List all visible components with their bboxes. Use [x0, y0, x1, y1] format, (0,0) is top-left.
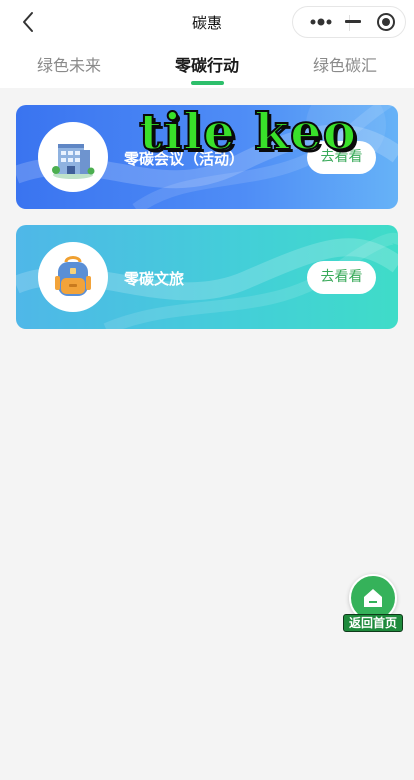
backpack-icon — [55, 256, 91, 296]
tab-zero-carbon-action[interactable]: 零碳行动 — [138, 52, 276, 76]
tab-green-future[interactable]: 绿色未来 — [0, 52, 138, 76]
home-button-label[interactable]: 返回首页 — [343, 614, 403, 632]
tab-green-carbon-sink[interactable]: 绿色碳汇 — [276, 52, 414, 76]
active-tab-indicator — [191, 81, 224, 85]
more-dots-icon — [310, 18, 332, 26]
card-icon-circle — [38, 122, 108, 192]
target-close-icon — [377, 13, 395, 31]
building-icon — [52, 144, 95, 179]
close-button[interactable] — [369, 7, 403, 37]
minimize-icon — [345, 20, 361, 23]
go-see-button[interactable]: 去看看 — [307, 261, 376, 294]
overlay-caption: tile keo — [138, 101, 358, 162]
card-zero-carbon-travel[interactable]: 零碳文旅 去看看 — [16, 225, 398, 329]
home-icon — [364, 589, 382, 607]
mini-program-capsule — [292, 6, 406, 38]
minimize-button[interactable] — [333, 7, 373, 37]
card-icon-circle — [38, 242, 108, 312]
card-title: 零碳文旅 — [124, 270, 185, 288]
top-bar: 碳惠 绿色未来 零碳行动 绿色碳汇 — [0, 0, 414, 88]
